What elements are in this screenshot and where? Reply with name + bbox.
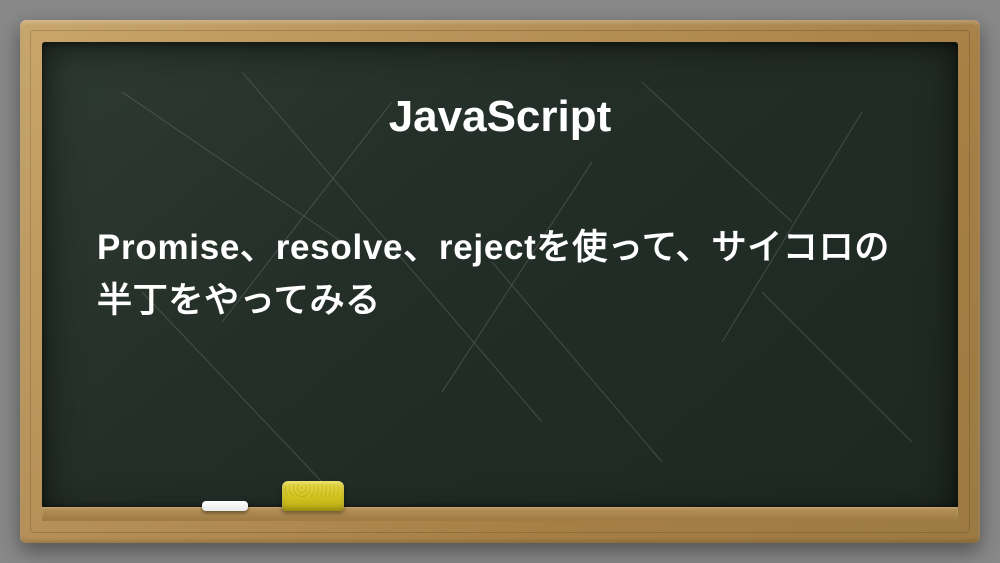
chalkboard: JavaScript Promise、resolve、rejectを使って、サイ… [42, 42, 958, 521]
chalkboard-frame: JavaScript Promise、resolve、rejectを使って、サイ… [20, 20, 980, 543]
description-text: Promise、resolve、rejectを使って、サイコロの半丁をやってみる [97, 222, 903, 327]
board-content: JavaScript Promise、resolve、rejectを使って、サイ… [42, 42, 958, 521]
chalk-stick [202, 501, 248, 511]
title-text: JavaScript [97, 92, 903, 142]
eraser-sponge [282, 481, 344, 511]
chalk-tray [42, 507, 958, 521]
